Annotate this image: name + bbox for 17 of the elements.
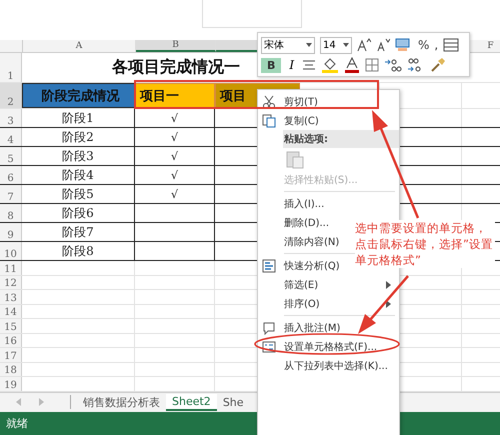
table-cell: √ [135, 128, 215, 146]
status-text: 就绪 [6, 416, 28, 431]
table-cell: 阶段7 [22, 223, 135, 241]
table-cell: 阶段4 [22, 166, 135, 184]
table-cell: 阶段1 [22, 109, 135, 127]
table-cell: √ [135, 147, 215, 165]
sheet-title: 各项目完成情况一 [112, 57, 240, 78]
table-cell: 阶段3 [22, 147, 135, 165]
table-cell: 阶段8 [22, 242, 135, 260]
table-cell: √ [135, 109, 215, 127]
paste-options-header: 粘贴选项: [283, 130, 399, 148]
table-cell: √ [135, 185, 215, 203]
annotation-text: 选中需要设置的单元格，点击鼠标右键，选择”设置单元格格式” [355, 220, 495, 268]
table-cell: 阶段5 [22, 185, 135, 203]
table-cell: √ [135, 166, 215, 184]
table-cell: 阶段6 [22, 204, 135, 222]
table-cell: 阶段2 [22, 128, 135, 146]
